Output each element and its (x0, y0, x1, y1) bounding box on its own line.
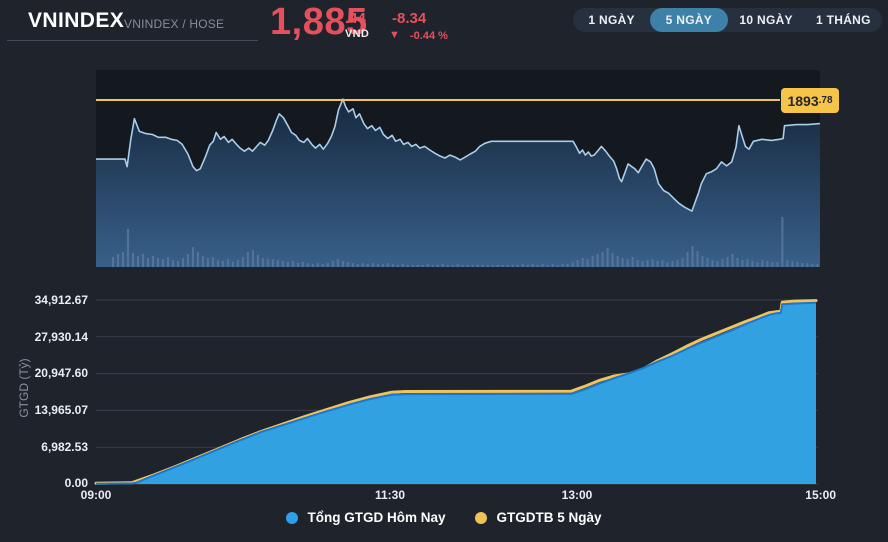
legend-dot-gold-icon (475, 511, 488, 524)
x-tick-label: 13:00 (561, 488, 593, 502)
symbol-title: VNINDEX (28, 9, 125, 32)
triangle-down-icon: ▼ (389, 29, 400, 41)
y-tick-label: 6,982.53 (41, 440, 88, 454)
range-button-5-ngay[interactable]: 5 NGÀY (650, 8, 728, 32)
x-tick-label: 11:30 (374, 488, 406, 502)
range-switcher: 1 NGÀY 5 NGÀY 10 NGÀY 1 THÁNG (573, 8, 882, 32)
legend-label: GTGDTB 5 Ngày (496, 510, 602, 525)
legend-dot-blue-icon (286, 511, 299, 524)
range-button-1-thang[interactable]: 1 THÁNG (805, 8, 882, 32)
currency-label: VND (345, 28, 370, 40)
y-tick-label: 20,947.60 (34, 366, 88, 380)
symbol-subtitle: VNINDEX / HOSE (124, 17, 225, 31)
price-change-percent: -0.44 % (410, 30, 448, 42)
range-button-10-ngay[interactable]: 10 NGÀY (728, 8, 805, 32)
last-price-decimal: .44 (345, 10, 366, 27)
y-axis-title: GTGD (Tỷ) (17, 358, 31, 418)
reference-price-main: 1893 (787, 92, 819, 109)
legend-item-avg5: GTGDTB 5 Ngày (475, 510, 602, 525)
legend-item-today: Tổng GTGD Hôm Nay (286, 510, 445, 525)
header-divider (7, 40, 258, 41)
legend-label: Tổng GTGD Hôm Nay (307, 510, 446, 525)
price-change: -8.34 (392, 10, 427, 27)
charts-canvas[interactable] (0, 0, 888, 542)
legend: Tổng GTGD Hôm Nay GTGDTB 5 Ngày (0, 510, 888, 525)
range-button-1-ngay[interactable]: 1 NGÀY (573, 8, 650, 32)
x-tick-label: 15:00 (805, 488, 836, 502)
x-tick-label: 09:00 (80, 488, 112, 502)
y-tick-label: 13,965.07 (34, 403, 88, 417)
reference-price-decimal: .78 (818, 95, 833, 106)
y-tick-label: 27,930.14 (34, 330, 88, 344)
reference-price-badge: 1893.78 (781, 88, 839, 113)
y-tick-label: 34,912.67 (34, 293, 88, 307)
